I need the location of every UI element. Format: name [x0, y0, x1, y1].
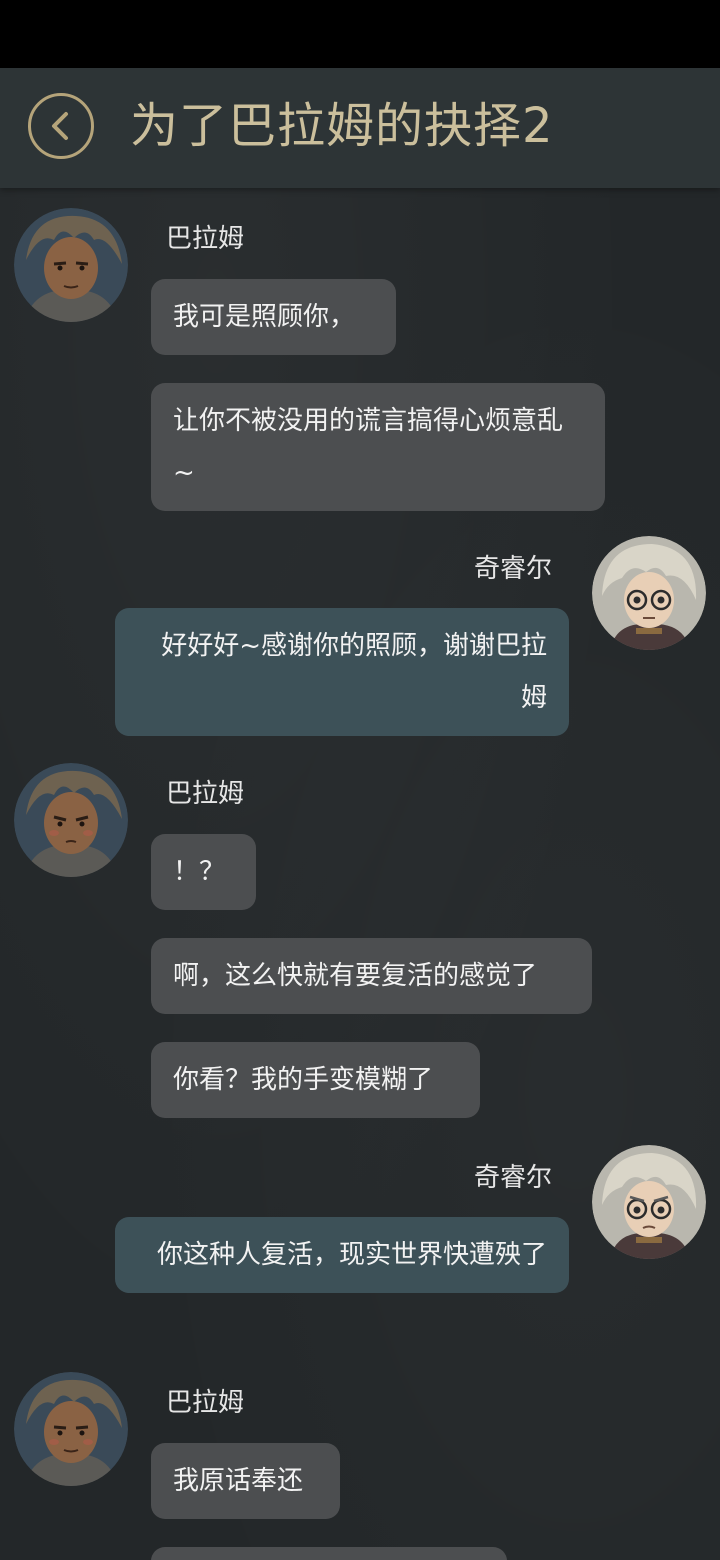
message-bubble[interactable]: 让你不被没用的谎言搞得心烦意乱~ — [151, 383, 605, 511]
chevron-left-icon — [52, 112, 68, 140]
message-bubble[interactable]: ！？ — [151, 834, 256, 910]
back-button[interactable] — [28, 93, 94, 159]
message-bubble[interactable] — [151, 1547, 507, 1560]
sender-name: 奇睿尔 — [474, 1163, 553, 1193]
chat-screen: 为了巴拉姆的抉择2 巴拉姆 我可是照顾你， 让你不被没用的谎言搞得心烦意乱~ 奇… — [0, 0, 720, 1560]
balam-avatar[interactable] — [14, 1372, 128, 1486]
balam-avatar[interactable] — [14, 208, 128, 322]
header-bar: 为了巴拉姆的抉择2 — [0, 68, 720, 188]
message-bubble[interactable]: 啊，这么快就有要复活的感觉了 — [151, 938, 592, 1014]
message-bubble[interactable]: 我可是照顾你， — [151, 279, 396, 355]
sender-name: 奇睿尔 — [474, 554, 553, 584]
page-title: 为了巴拉姆的抉择2 — [130, 98, 554, 154]
message-bubble[interactable]: 好好好~感谢你的照顾，谢谢巴拉姆 — [115, 608, 569, 736]
sender-name: 巴拉姆 — [166, 224, 245, 254]
status-bar — [0, 0, 720, 68]
sender-name: 巴拉姆 — [166, 779, 245, 809]
message-bubble[interactable]: 我原话奉还 — [151, 1443, 340, 1519]
chat-log[interactable]: 巴拉姆 我可是照顾你， 让你不被没用的谎言搞得心烦意乱~ 奇睿尔 好好好~感谢你… — [0, 188, 720, 1560]
balam-avatar[interactable] — [14, 763, 128, 877]
message-bubble[interactable]: 你看？我的手变模糊了 — [151, 1042, 480, 1118]
qiruier-avatar[interactable] — [592, 1145, 706, 1259]
sender-name: 巴拉姆 — [166, 1388, 245, 1418]
message-bubble[interactable]: 你这种人复活，现实世界快遭殃了 — [115, 1217, 569, 1293]
qiruier-avatar[interactable] — [592, 536, 706, 650]
